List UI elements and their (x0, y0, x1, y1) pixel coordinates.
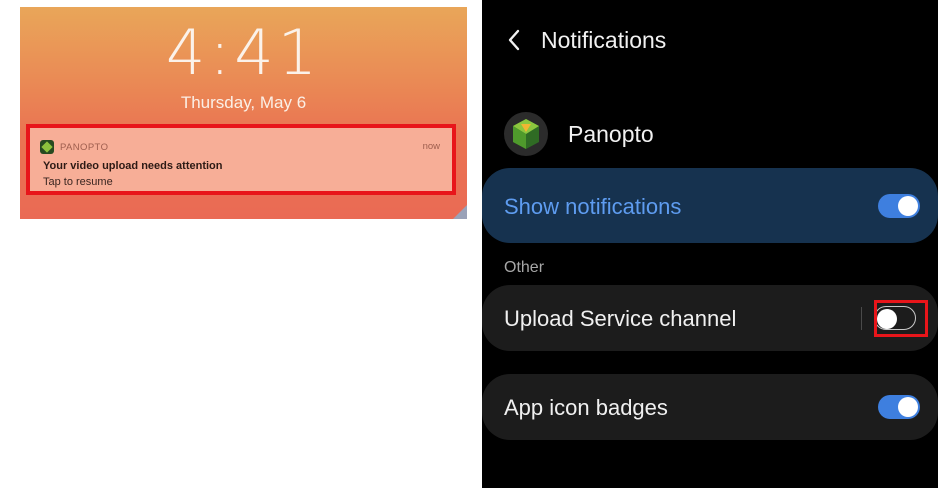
app-icon-badges-label: App icon badges (504, 395, 668, 420)
toggle-knob (898, 397, 918, 417)
lock-screen-panel: 4:41 Thursday, May 6 PANOPTO now Your vi… (20, 7, 467, 219)
panopto-logo-icon (40, 140, 54, 154)
row-divider (861, 307, 862, 330)
notification-app-name: PANOPTO (60, 141, 109, 153)
lock-screen-time: 4:41 (165, 16, 322, 89)
toggle-knob (898, 196, 918, 216)
upload-notification[interactable]: PANOPTO now Your video upload needs atte… (26, 124, 456, 195)
section-header-other: Other (504, 259, 545, 276)
show-notifications-label: Show notifications (504, 194, 682, 219)
panopto-logo-icon (504, 112, 548, 156)
app-icon-badges-toggle[interactable] (878, 395, 920, 419)
app-name: Panopto (568, 120, 654, 147)
upload-service-channel-label: Upload Service channel (504, 306, 737, 331)
show-notifications-row[interactable]: Show notifications (482, 168, 938, 243)
notification-app-header: PANOPTO (40, 140, 108, 154)
toggle-highlight-box (874, 300, 928, 337)
app-info-row: Panopto (504, 112, 654, 156)
notification-time: now (422, 141, 440, 152)
show-notifications-toggle[interactable] (878, 194, 920, 218)
lock-screen-date: Thursday, May 6 (180, 93, 307, 112)
notification-settings-panel: Notifications Panopto Show notifications… (482, 0, 938, 488)
page-curl-decoration (453, 205, 467, 219)
app-icon-badges-row[interactable]: App icon badges (482, 374, 938, 440)
notification-body: Tap to resume (43, 176, 113, 188)
page-title: Notifications (541, 27, 667, 53)
upload-service-channel-row[interactable]: Upload Service channel (482, 285, 938, 351)
notification-title: Your video upload needs attention (43, 160, 223, 172)
back-chevron-icon[interactable] (502, 27, 528, 53)
